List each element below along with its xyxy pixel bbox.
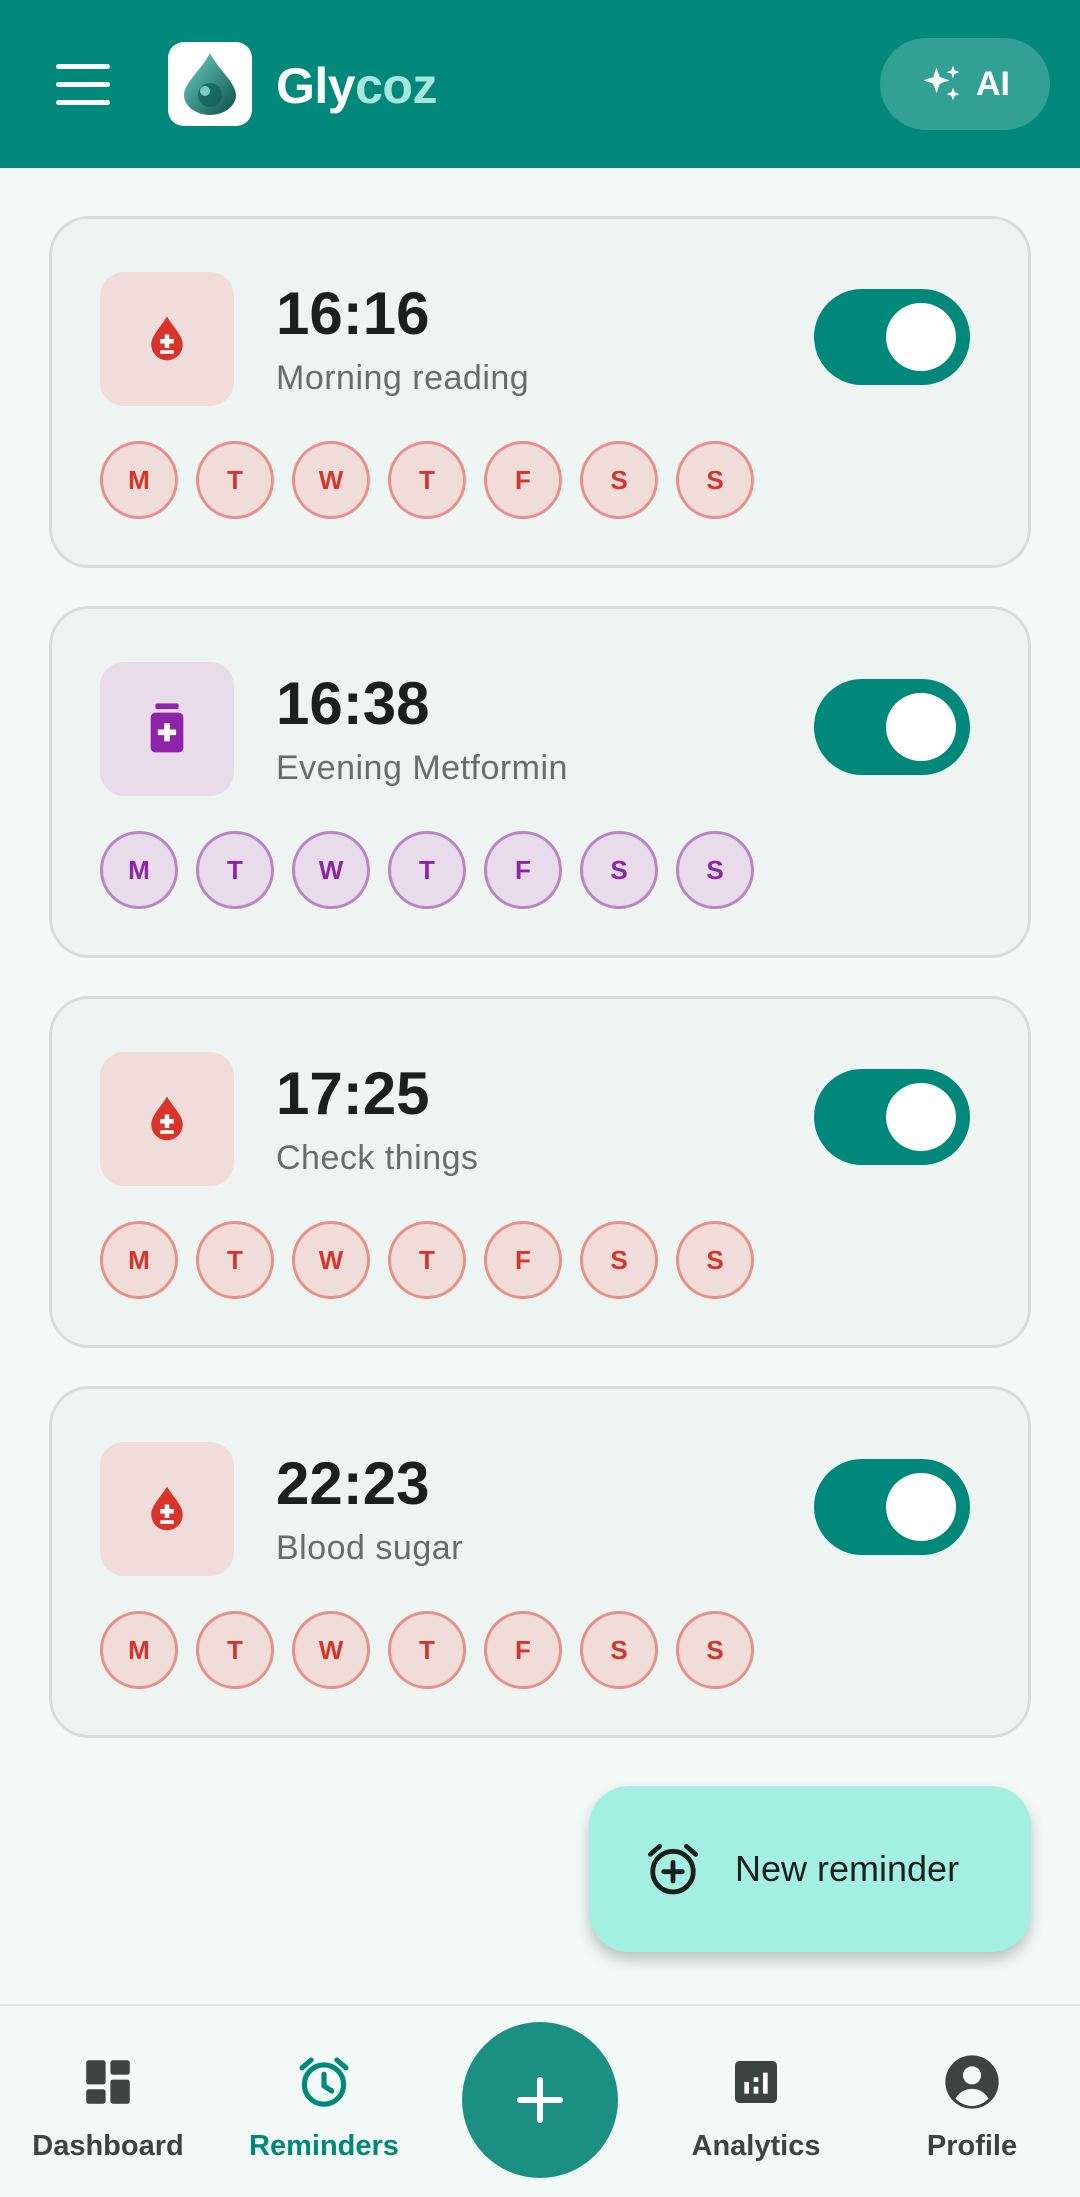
medication-icon — [100, 662, 234, 796]
day-chip-friday[interactable]: F — [484, 831, 562, 909]
reminder-toggle[interactable] — [814, 1459, 970, 1555]
nav-item-analytics[interactable]: Analytics — [656, 2046, 856, 2164]
reminder-card[interactable]: 16:38 Evening Metformin M T W T F S S — [49, 606, 1031, 958]
app-bar: Glycoz AI — [0, 0, 1080, 168]
reminder-time: 16:38 — [276, 670, 430, 737]
weekday-selector: M T W T F S S — [100, 1221, 754, 1299]
nav-item-dashboard[interactable]: Dashboard — [8, 2046, 208, 2164]
day-chip-monday[interactable]: M — [100, 441, 178, 519]
reminder-card[interactable]: 17:25 Check things M T W T F S S — [49, 996, 1031, 1348]
menu-icon-line — [56, 81, 110, 87]
app-logo — [168, 42, 252, 126]
day-chip-sunday[interactable]: S — [676, 1611, 754, 1689]
day-chip-sunday[interactable]: S — [676, 441, 754, 519]
toggle-knob — [886, 693, 956, 761]
day-chip-sunday[interactable]: S — [676, 831, 754, 909]
menu-button[interactable] — [40, 44, 128, 124]
blood-drop-icon — [100, 1052, 234, 1186]
analytics-icon — [656, 2046, 856, 2118]
nav-label: Dashboard — [32, 2130, 184, 2162]
weekday-selector: M T W T F S S — [100, 831, 754, 909]
dashboard-icon — [8, 2046, 208, 2118]
ai-button-label: AI — [976, 64, 1010, 103]
reminder-label: Blood sugar — [276, 1529, 463, 1567]
quick-add-button[interactable] — [462, 2022, 618, 2178]
reminder-card[interactable]: 16:16 Morning reading M T W T F S S — [49, 216, 1031, 568]
day-chip-monday[interactable]: M — [100, 831, 178, 909]
day-chip-tuesday[interactable]: T — [196, 1611, 274, 1689]
menu-icon-line — [56, 99, 110, 105]
toggle-knob — [886, 1083, 956, 1151]
reminder-toggle[interactable] — [814, 1069, 970, 1165]
day-chip-thursday[interactable]: T — [388, 441, 466, 519]
day-chip-saturday[interactable]: S — [580, 1611, 658, 1689]
blood-drop-icon — [100, 1442, 234, 1576]
day-chip-sunday[interactable]: S — [676, 1221, 754, 1299]
day-chip-friday[interactable]: F — [484, 441, 562, 519]
toggle-knob — [886, 303, 956, 371]
weekday-selector: M T W T F S S — [100, 1611, 754, 1689]
weekday-selector: M T W T F S S — [100, 441, 754, 519]
new-reminder-label: New reminder — [735, 1848, 960, 1889]
alarm-add-icon — [647, 1843, 699, 1895]
sparkles-icon — [923, 65, 960, 101]
toggle-knob — [886, 1473, 956, 1541]
day-chip-saturday[interactable]: S — [580, 831, 658, 909]
day-chip-friday[interactable]: F — [484, 1221, 562, 1299]
nav-item-reminders[interactable]: Reminders — [224, 2046, 424, 2164]
day-chip-wednesday[interactable]: W — [292, 1221, 370, 1299]
day-chip-tuesday[interactable]: T — [196, 831, 274, 909]
reminder-toggle[interactable] — [814, 289, 970, 385]
reminder-time: 17:25 — [276, 1060, 430, 1127]
app-title-part1: Gly — [276, 58, 356, 114]
blood-drop-icon — [100, 272, 234, 406]
reminder-label: Evening Metformin — [276, 749, 568, 787]
reminder-card[interactable]: 22:23 Blood sugar M T W T F S S — [49, 1386, 1031, 1738]
reminder-label: Morning reading — [276, 359, 530, 397]
nav-label: Profile — [926, 2130, 1018, 2162]
nav-label: Reminders — [249, 2130, 399, 2162]
reminder-time: 16:16 — [276, 280, 430, 347]
day-chip-wednesday[interactable]: W — [292, 1611, 370, 1689]
water-drop-logo-icon — [184, 53, 236, 115]
day-chip-thursday[interactable]: T — [388, 1221, 466, 1299]
reminder-label: Check things — [276, 1139, 479, 1177]
app-title-part2: coz — [355, 58, 437, 114]
nav-label: Analytics — [691, 2130, 821, 2162]
day-chip-saturday[interactable]: S — [580, 1221, 658, 1299]
plus-icon — [517, 2077, 563, 2123]
menu-icon-line — [56, 63, 110, 69]
day-chip-tuesday[interactable]: T — [196, 1221, 274, 1299]
reminder-time: 22:23 — [276, 1450, 430, 1517]
reminder-toggle[interactable] — [814, 679, 970, 775]
new-reminder-button[interactable]: New reminder — [589, 1786, 1031, 1952]
day-chip-monday[interactable]: M — [100, 1221, 178, 1299]
alarm-icon — [224, 2046, 424, 2118]
day-chip-tuesday[interactable]: T — [196, 441, 274, 519]
day-chip-wednesday[interactable]: W — [292, 441, 370, 519]
app-title: Glycoz — [276, 56, 437, 116]
day-chip-thursday[interactable]: T — [388, 1611, 466, 1689]
day-chip-saturday[interactable]: S — [580, 441, 658, 519]
ai-button[interactable]: AI — [880, 38, 1050, 130]
day-chip-wednesday[interactable]: W — [292, 831, 370, 909]
day-chip-monday[interactable]: M — [100, 1611, 178, 1689]
day-chip-friday[interactable]: F — [484, 1611, 562, 1689]
account-circle-icon — [872, 2046, 1072, 2118]
nav-item-profile[interactable]: Profile — [872, 2046, 1072, 2164]
day-chip-thursday[interactable]: T — [388, 831, 466, 909]
